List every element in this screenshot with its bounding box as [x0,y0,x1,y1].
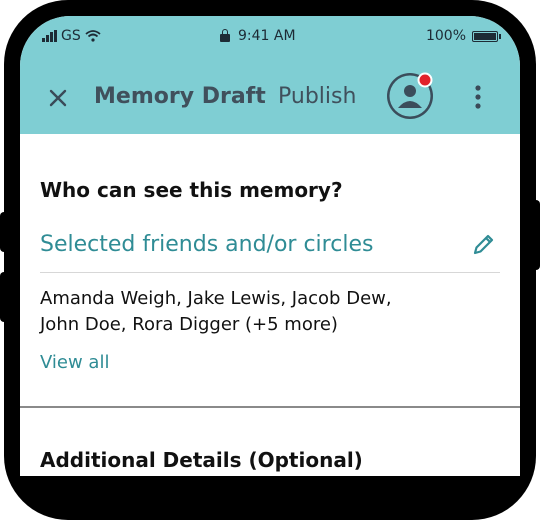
status-time: 9:41 AM [238,28,296,44]
battery-icon [472,30,501,42]
status-left: GS [42,28,101,44]
pencil-icon[interactable] [470,230,498,258]
additional-details-heading: Additional Details (Optional) [40,448,363,472]
selected-names-line: Amanda Weigh, Jake Lewis, Jacob Dew, [40,288,392,309]
avatar-button[interactable] [386,72,434,120]
status-bar: GS 9:41 AM 100% [20,26,520,50]
app-bar: Memory Draft Publish [20,72,520,124]
carrier-label: GS [61,28,81,44]
screen: GS 9:41 AM 100% Memory Draft Publish Who… [20,16,520,476]
status-right: 100% [425,28,501,44]
top-bar: GS 9:41 AM 100% Memory Draft Publish [20,16,520,134]
more-vertical-icon[interactable] [468,80,488,114]
visibility-selector[interactable]: Selected friends and/or circles [40,232,500,273]
page-title: Memory Draft [94,84,266,109]
lock-icon [220,29,230,42]
section-divider [20,406,520,408]
publish-button[interactable]: Publish [278,84,356,109]
selected-names-line: John Doe, Rora Digger (+5 more) [40,314,338,335]
close-button[interactable] [44,84,72,112]
close-icon [49,89,67,107]
visibility-heading: Who can see this memory? [40,178,343,202]
notification-dot [417,72,433,88]
status-center: 9:41 AM [220,28,296,44]
visibility-selected-label: Selected friends and/or circles [40,232,374,257]
selected-names: Amanda Weigh, Jake Lewis, Jacob Dew, Joh… [40,286,480,338]
view-all-link[interactable]: View all [40,352,109,373]
battery-percent: 100% [425,28,466,44]
signal-icon [42,30,57,42]
wifi-icon [85,30,101,42]
phone-frame: GS 9:41 AM 100% Memory Draft Publish Who… [0,0,540,520]
